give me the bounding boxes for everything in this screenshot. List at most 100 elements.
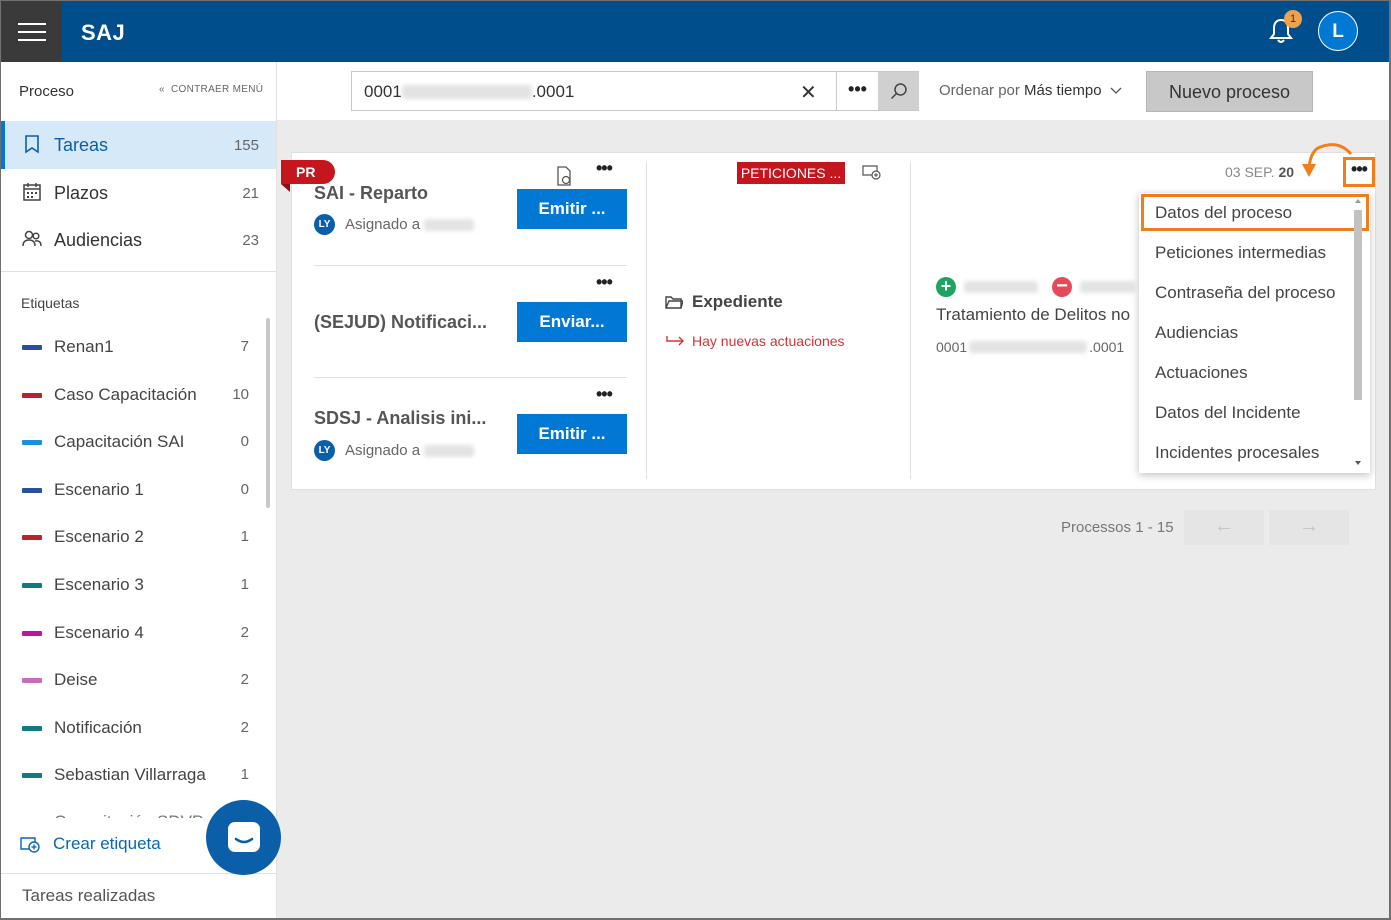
sidebar-tag-item[interactable]: Capacitación SAI 0 xyxy=(1,419,276,466)
task-assignee: LY Asignado a xyxy=(314,214,475,235)
chat-button[interactable] xyxy=(206,800,281,875)
prev-page-button[interactable]: ← xyxy=(1184,510,1264,545)
tag-color-swatch xyxy=(22,678,42,684)
collapse-menu-button[interactable]: « CONTRAER MENÚ xyxy=(159,84,263,95)
tag-count: 1 xyxy=(240,528,249,546)
search-value: 0001 .0001 xyxy=(364,82,574,102)
sidebar-tag-item[interactable]: Notificación 2 xyxy=(1,705,276,752)
divider xyxy=(314,265,627,266)
minus-circle-icon: − xyxy=(1052,276,1072,297)
menu-item-incidentes[interactable]: Incidentes procesales xyxy=(1155,443,1319,463)
tag-label: Escenario 4 xyxy=(54,622,144,642)
assigned-label: Asignado a xyxy=(345,216,421,233)
task-more-button[interactable]: ••• xyxy=(596,384,613,405)
sidebar-item-tareas[interactable]: Tareas 155 xyxy=(1,121,276,169)
sidebar-item-label: Plazos xyxy=(54,182,109,203)
task-action-button[interactable]: Emitir ... xyxy=(517,189,627,229)
sidebar-tag-item[interactable]: Escenario 3 1 xyxy=(1,562,276,609)
process-class: Tratamiento de Delitos no xyxy=(936,305,1131,324)
add-tag-icon xyxy=(20,837,40,853)
user-avatar[interactable]: L xyxy=(1318,11,1358,51)
tag-count: 7 xyxy=(240,338,249,355)
expediente-link[interactable]: Expediente xyxy=(665,292,783,312)
sidebar-tag-item[interactable]: Sebastian Villarraga 1 xyxy=(1,752,276,799)
tag-label: Escenario 2 xyxy=(54,527,144,547)
sidebar-scrollbar[interactable] xyxy=(266,318,270,508)
tag-label: Escenario 1 xyxy=(54,479,144,499)
tag-count: 1 xyxy=(240,576,249,593)
tags-header: Etiquetas xyxy=(21,295,80,311)
sidebar-item-count: 23 xyxy=(242,231,259,249)
task-title: SAI - Reparto xyxy=(314,183,429,203)
sidebar-item-plazos[interactable]: Plazos 21 xyxy=(1,169,276,217)
task-assignee: LY Asignado a xyxy=(314,440,475,461)
menu-item-actuaciones[interactable]: Actuaciones xyxy=(1155,363,1248,383)
search-prefix: 0001 xyxy=(364,82,402,101)
arrow-right-icon xyxy=(666,336,684,346)
redacted-text xyxy=(424,444,475,457)
app-title: SAJ xyxy=(81,20,126,45)
new-process-button[interactable]: Nuevo proceso xyxy=(1146,71,1313,112)
search-suffix: .0001 xyxy=(531,82,575,101)
task-title: SDSJ - Analisis ini... xyxy=(314,408,487,428)
clear-search-icon[interactable]: ✕ xyxy=(800,80,817,105)
top-bar: SAJ xyxy=(0,0,1391,62)
menu-item-peticiones[interactable]: Peticiones intermedias xyxy=(1155,243,1326,263)
assigned-label: Asignado a xyxy=(345,442,421,459)
menu-item-datos-incidente[interactable]: Datos del Incidente xyxy=(1155,403,1301,423)
sidebar-tag-item[interactable]: Escenario 1 0 xyxy=(1,467,276,514)
tag-label: Escenario 3 xyxy=(54,575,144,594)
proc-suffix: .0001 xyxy=(1089,339,1125,355)
add-label-icon[interactable] xyxy=(862,164,882,180)
next-page-button[interactable]: → xyxy=(1269,510,1349,545)
menu-item-audiencias[interactable]: Audiencias xyxy=(1155,323,1238,343)
sidebar-item-audiencias[interactable]: Audiencias 23 xyxy=(1,216,276,264)
task-action-button[interactable]: Emitir ... xyxy=(517,414,627,454)
create-tag-button[interactable]: Crear etiqueta xyxy=(19,834,161,854)
tag-count: 2 xyxy=(240,671,249,689)
menu-item-contrasena[interactable]: Contraseña del proceso xyxy=(1155,283,1336,303)
tag-color-swatch xyxy=(22,392,42,398)
menu-scrollbar[interactable] xyxy=(1354,210,1362,400)
toolbar: 0001 .0001 ✕ ••• Ordenar por Más tiempo … xyxy=(277,62,1390,120)
hamburger-menu-icon[interactable] xyxy=(2,2,62,62)
collapse-menu-label: CONTRAER MENÚ xyxy=(171,84,264,95)
sidebar-tag-item[interactable]: Caso Capacitación 10 xyxy=(1,372,276,419)
task-more-button[interactable]: ••• xyxy=(596,158,613,179)
tag-label: Notificación xyxy=(54,717,142,737)
sidebar-item-label: Tareas xyxy=(54,134,109,155)
sidebar-tag-item[interactable]: Escenario 2 1 xyxy=(1,514,276,561)
task-title: (SEJUD) Notificaci... xyxy=(314,312,488,332)
search-input[interactable]: 0001 .0001 ✕ ••• xyxy=(351,71,919,111)
pagination-text: Processos 1 - 15 xyxy=(1061,519,1174,536)
tag-label: Renan1 xyxy=(54,337,114,356)
chat-icon xyxy=(227,821,260,852)
scroll-down-icon[interactable] xyxy=(1355,461,1361,465)
search-options-button[interactable]: ••• xyxy=(836,72,878,110)
tag-color-swatch xyxy=(22,440,42,446)
divider xyxy=(1,271,276,272)
sidebar-tag-item[interactable]: Deise 2 xyxy=(1,657,276,704)
tasks-icon xyxy=(25,135,39,154)
task-item: ••• SDSJ - Analisis ini... Emitir ... LY… xyxy=(314,384,627,464)
search-button[interactable] xyxy=(878,72,919,110)
tag-color-swatch xyxy=(22,630,42,636)
menu-highlight xyxy=(1141,194,1369,231)
notification-badge: 1 xyxy=(1284,10,1302,28)
sidebar-tag-item[interactable]: Renan1 7 xyxy=(1,324,276,371)
scroll-up-icon[interactable] xyxy=(1355,199,1361,203)
document-info-icon[interactable] xyxy=(556,166,572,186)
tag-color-swatch xyxy=(22,535,42,541)
task-more-button[interactable]: ••• xyxy=(596,272,613,293)
done-tasks-link[interactable]: Tareas realizadas xyxy=(22,886,155,906)
redacted-text xyxy=(969,341,1088,353)
sort-label: Ordenar por xyxy=(939,82,1020,99)
news-link[interactable]: Hay nuevas actuaciones xyxy=(666,333,845,349)
petitions-badge[interactable]: PETICIONES ... xyxy=(737,162,845,184)
task-action-button[interactable]: Enviar... xyxy=(517,302,627,342)
sidebar-header: Proceso xyxy=(19,83,75,100)
sidebar: Proceso « CONTRAER MENÚ Tareas 155 Plazo… xyxy=(0,62,277,920)
sort-dropdown[interactable]: Ordenar por Más tiempo xyxy=(939,82,1122,99)
sidebar-tag-item[interactable]: Escenario 4 2 xyxy=(1,610,276,657)
plus-circle-icon: + xyxy=(936,277,956,297)
